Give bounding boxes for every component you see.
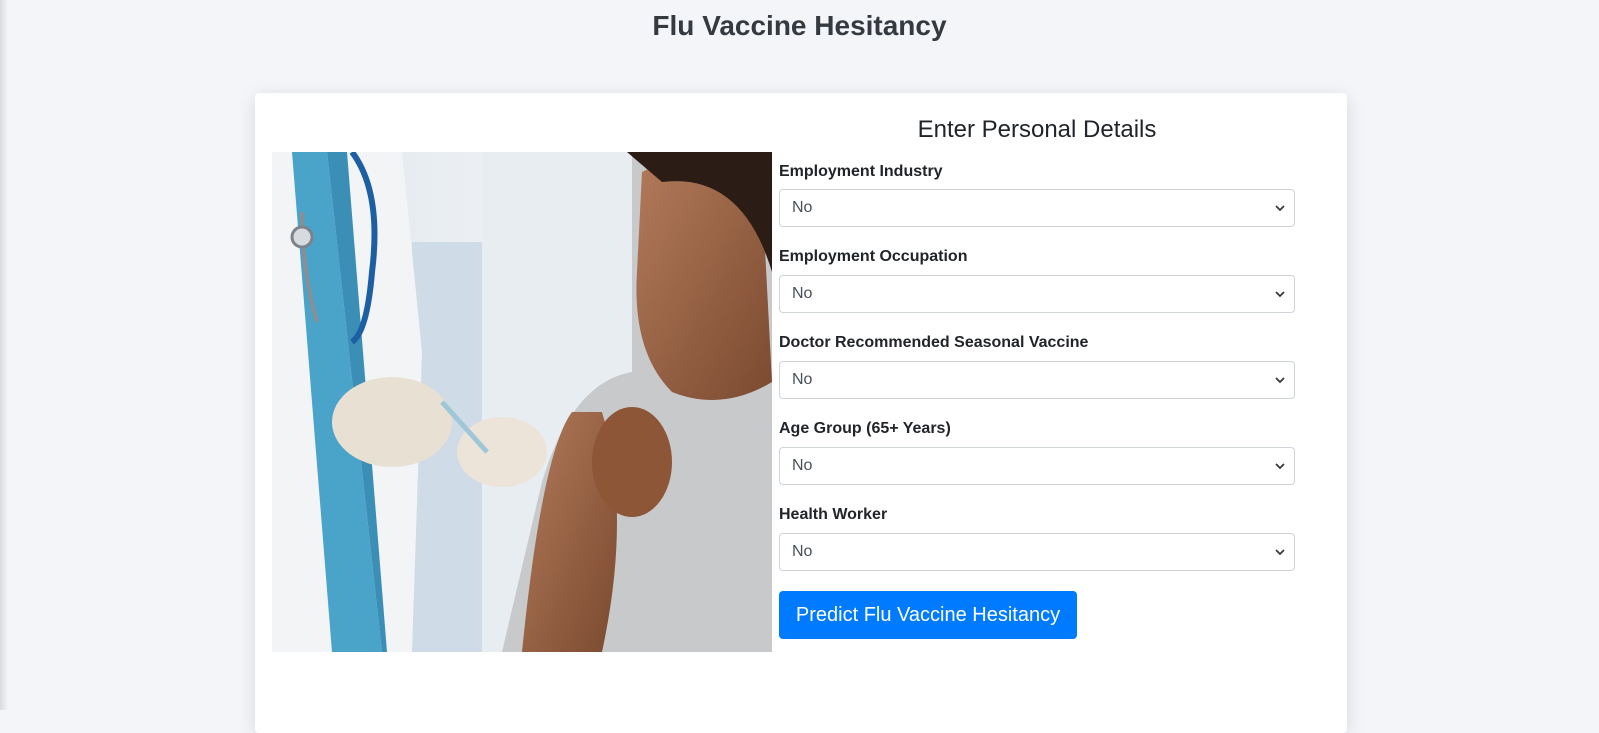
health-worker-label: Health Worker xyxy=(779,506,888,523)
employment-occupation-select[interactable]: No xyxy=(779,275,1295,313)
health-worker-select[interactable]: No xyxy=(779,533,1295,571)
page-title: Flu Vaccine Hesitancy xyxy=(652,10,947,41)
age-group-select[interactable]: No xyxy=(779,447,1295,485)
chevron-down-icon xyxy=(1275,377,1285,384)
left-edge-shadow xyxy=(0,0,8,710)
doctor-recommended-value: No xyxy=(792,371,813,388)
doctor-recommended-select[interactable]: No xyxy=(779,361,1295,399)
chevron-down-icon xyxy=(1275,205,1285,212)
chevron-down-icon xyxy=(1275,463,1285,470)
employment-industry-label: Employment Industry xyxy=(779,163,943,180)
age-group-label: Age Group (65+ Years) xyxy=(779,420,951,437)
vaccination-photo xyxy=(272,152,772,652)
employment-occupation-value: No xyxy=(792,285,813,302)
doctor-recommended-label: Doctor Recommended Seasonal Vaccine xyxy=(779,334,1089,351)
employment-occupation-label: Employment Occupation xyxy=(779,248,968,265)
employment-industry-select[interactable]: No xyxy=(779,189,1295,227)
predict-button[interactable]: Predict Flu Vaccine Hesitancy xyxy=(779,591,1077,639)
age-group-value: No xyxy=(792,457,813,474)
form-heading: Enter Personal Details xyxy=(917,116,1157,143)
form-card: Enter Personal Details Employment Indust… xyxy=(255,93,1347,733)
chevron-down-icon xyxy=(1275,291,1285,298)
chevron-down-icon xyxy=(1275,549,1285,556)
employment-industry-value: No xyxy=(792,199,813,216)
health-worker-value: No xyxy=(792,543,813,560)
